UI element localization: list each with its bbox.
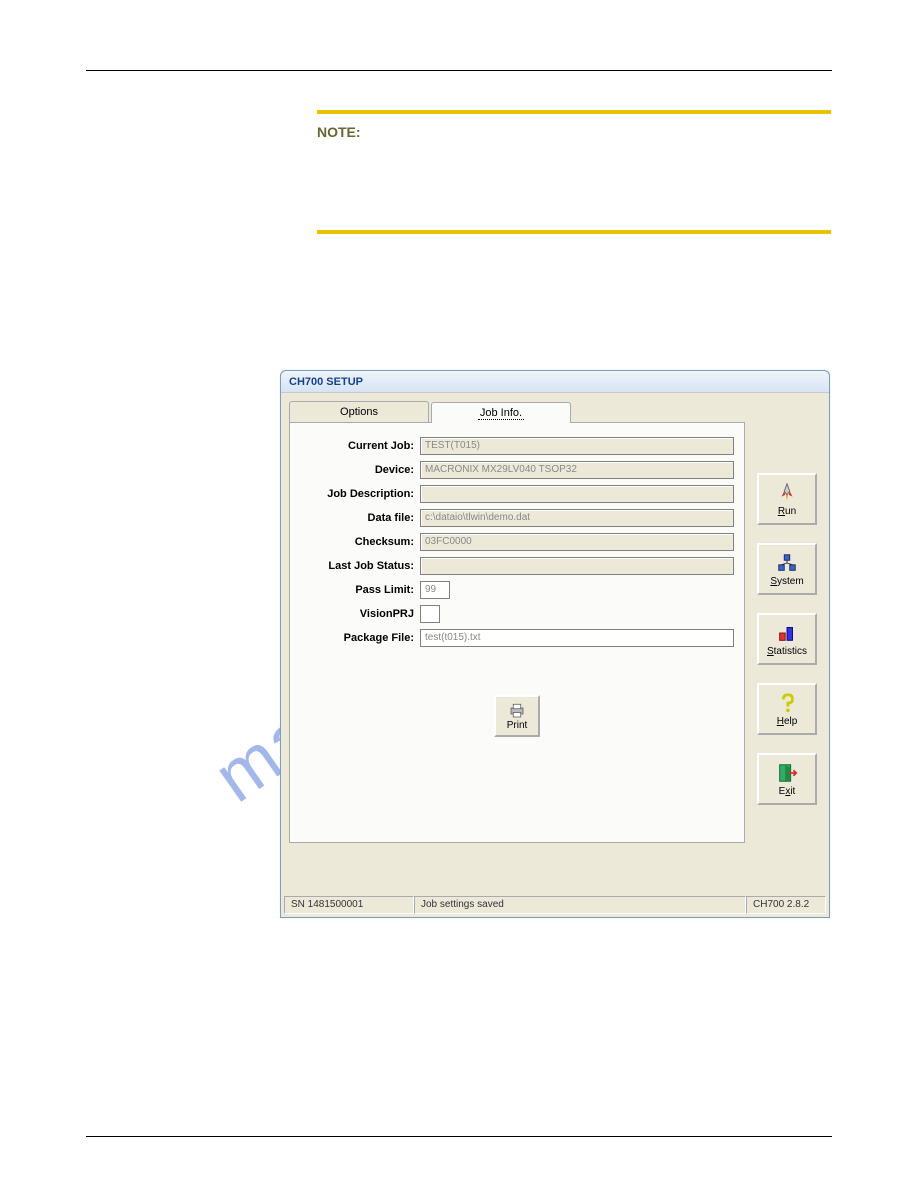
exit-icon [776,762,798,784]
statistics-label: tatistics [774,646,807,657]
device-label: Device: [300,464,420,476]
checksum-field: 03FC0000 [420,533,734,551]
tab-page: Current Job: TEST(T015) Device: MACRONIX… [289,423,745,843]
pass-limit-field[interactable]: 99 [420,581,450,599]
rocket-icon [776,482,798,504]
status-bar: SN 1481500001 Job settings saved CH700 2… [284,896,826,914]
print-icon [507,702,527,720]
note-label: NOTE: [317,114,831,230]
status-sn: SN 1481500001 [284,896,414,914]
visionprj-field[interactable] [420,605,440,623]
page-bottom-rule [86,1136,832,1137]
help-icon [776,692,798,714]
pass-limit-label: Pass Limit: [300,584,420,596]
note-block: NOTE: [317,110,831,234]
tab-row: Options Job Info. [289,401,745,423]
dialog-title: CH700 SETUP [281,371,829,393]
data-file-field: c:\dataio\tlwin\demo.dat [420,509,734,527]
tab-options[interactable]: Options [289,401,429,422]
page-top-rule [86,70,832,71]
run-label: un [785,506,796,517]
exit-button[interactable]: Exit [757,753,817,805]
side-buttons: Run System [753,393,829,897]
note-rule-bottom [317,230,831,234]
tab-job-info[interactable]: Job Info. [431,402,571,423]
main-panel: Options Job Info. Current Job: TEST(T015… [281,393,753,897]
help-label: elp [784,716,797,727]
system-icon [776,552,798,574]
visionprj-label: VisionPRJ [300,608,420,620]
statistics-icon [776,622,798,644]
package-file-label: Package File: [300,632,420,644]
current-job-label: Current Job: [300,440,420,452]
tab-options-label: Options [340,406,378,418]
last-status-label: Last Job Status: [300,560,420,572]
help-button[interactable]: Help [757,683,817,735]
print-button[interactable]: Print [494,695,540,737]
print-label: Print [507,720,528,731]
data-file-label: Data file: [300,512,420,524]
current-job-field: TEST(T015) [420,437,734,455]
checksum-label: Checksum: [300,536,420,548]
tab-job-info-label: Job Info. [478,407,524,420]
system-button[interactable]: System [757,543,817,595]
device-field: MACRONIX MX29LV040 TSOP32 [420,461,734,479]
run-button[interactable]: Run [757,473,817,525]
exit-label: Exit [779,786,796,797]
system-label: ystem [777,576,804,587]
package-file-field[interactable]: test(t015).txt [420,629,734,647]
job-description-field [420,485,734,503]
setup-dialog: CH700 SETUP Options Job Info. Current Jo… [280,370,830,918]
statistics-button[interactable]: Statistics [757,613,817,665]
status-version: CH700 2.8.2 [746,896,826,914]
job-description-label: Job Description: [300,488,420,500]
last-status-field [420,557,734,575]
status-message: Job settings saved [414,896,746,914]
